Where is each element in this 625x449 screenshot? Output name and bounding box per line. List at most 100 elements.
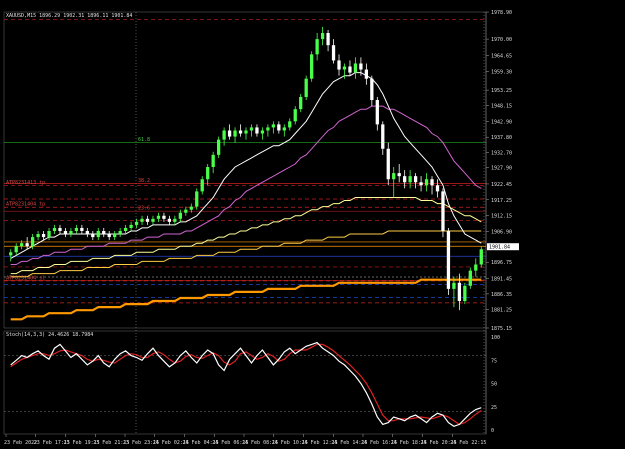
candle-body (173, 218, 177, 222)
candle-body (244, 130, 248, 134)
price-tick-label: 1964.65 (491, 53, 512, 59)
candle-body (293, 109, 297, 122)
candle-body (353, 63, 358, 73)
candle-body (189, 206, 193, 210)
time-label: 23 Feb 2022 (4, 440, 37, 446)
candle-body (260, 130, 265, 134)
candle-body (397, 173, 401, 177)
candle-body (320, 33, 325, 40)
candle-body (299, 96, 303, 110)
time-label: 24 Feb 22:15 (450, 440, 486, 446)
ma-slow2-line (10, 230, 482, 278)
candle-body (217, 139, 221, 155)
candle-body (96, 230, 100, 238)
candle-body (249, 127, 254, 131)
level-label: ATP8231404 tp (6, 202, 45, 208)
candle-body (151, 218, 155, 222)
price-tick-label: 1922.45 (491, 182, 512, 188)
candle-body (47, 230, 51, 238)
price-tick-label: 1942.90 (491, 120, 512, 126)
candle-body (41, 234, 46, 238)
candle-body (211, 154, 215, 168)
candle-body (370, 78, 374, 101)
symbol-header: XAUUSD,M15 1896.29 1902.31 1896.11 1901.… (6, 13, 133, 19)
price-tick-label: 1948.15 (491, 104, 512, 110)
ma-slow3-line (10, 278, 482, 321)
candle-body (392, 173, 396, 180)
candle-body (348, 66, 352, 73)
candle-body (331, 45, 336, 61)
candle-body (58, 227, 62, 231)
candle-body (441, 191, 445, 231)
candle-body (337, 60, 341, 70)
candle-body (184, 209, 188, 213)
candle-body (80, 227, 84, 231)
current-price-label: 1901.84 (489, 245, 510, 251)
candle-body (140, 218, 144, 222)
price-tick-label: 1970.00 (491, 37, 512, 43)
candle-body (452, 282, 456, 289)
candle-body (282, 127, 286, 131)
candle-body (310, 54, 314, 79)
price-tick-label: 1978.90 (491, 10, 512, 16)
price-tick-label: 1917.25 (491, 198, 512, 204)
candle-body (408, 176, 412, 183)
candle-body (195, 191, 199, 207)
candle-body (381, 124, 385, 149)
price-tick-label: 1953.25 (491, 88, 512, 94)
ma-slow1-line (10, 197, 482, 275)
candle-body (36, 234, 40, 238)
candle-body (463, 285, 467, 302)
price-tick-label: 1932.70 (491, 151, 512, 157)
candle-body (479, 249, 483, 265)
candle-body (129, 224, 133, 228)
chart-window[interactable]: 61.8 38.2 ATP8231413 tp ATP8231404 tp 23.6 AT… (0, 0, 625, 449)
candle-body (468, 270, 472, 286)
price-tick-label: 1881.25 (491, 307, 512, 313)
candle-body (178, 212, 182, 219)
candle-body (25, 243, 29, 247)
candle-body (233, 130, 237, 137)
candle-body (222, 130, 226, 140)
candle-body (118, 230, 122, 235)
price-chart[interactable]: 61.838.2ATP8231413 tpATP8231404 tp23.6AT… (0, 0, 625, 449)
candle-body (430, 179, 434, 186)
candle-body (206, 167, 210, 180)
candle-body (288, 121, 292, 128)
candle-body (364, 69, 369, 79)
candle-body (255, 127, 259, 134)
candle-body (359, 63, 363, 70)
candle-body (69, 230, 73, 235)
candle-body (304, 78, 308, 97)
stoch-tick-label: 0 (491, 428, 494, 434)
candle-body (52, 227, 57, 231)
candle-body (85, 230, 89, 235)
candle-body (375, 100, 379, 125)
stoch-header: Stoch(14,3,3) 24.4626 18.7984 (6, 332, 94, 338)
price-tick-label: 1906.90 (491, 229, 512, 235)
price-tick-label: 1937.80 (491, 135, 512, 141)
candle-body (156, 215, 161, 219)
candle-body (326, 33, 330, 46)
price-tick-label: 1875.15 (491, 326, 512, 332)
candle-body (266, 127, 270, 131)
candle-body (14, 246, 18, 253)
candle-body (474, 264, 478, 271)
price-tick-label: 1912.15 (491, 213, 512, 219)
candle-body (91, 234, 95, 238)
candle-body (167, 218, 172, 222)
price-tick-label: 1891.45 (491, 276, 512, 282)
candle-body (277, 124, 281, 131)
stoch-tick-label: 25 (491, 405, 497, 411)
candle-body (107, 234, 111, 238)
candle-body (20, 243, 24, 247)
candle-body (123, 227, 128, 231)
candle-body (145, 218, 150, 222)
candle-body (435, 185, 440, 192)
candle-body (457, 282, 462, 302)
stoch-tick-label: 50 (491, 382, 497, 388)
candle-body (227, 130, 232, 137)
price-tick-label: 1927.90 (491, 165, 512, 171)
price-tick-label: 1886.35 (491, 292, 512, 298)
candle-body (162, 215, 166, 219)
